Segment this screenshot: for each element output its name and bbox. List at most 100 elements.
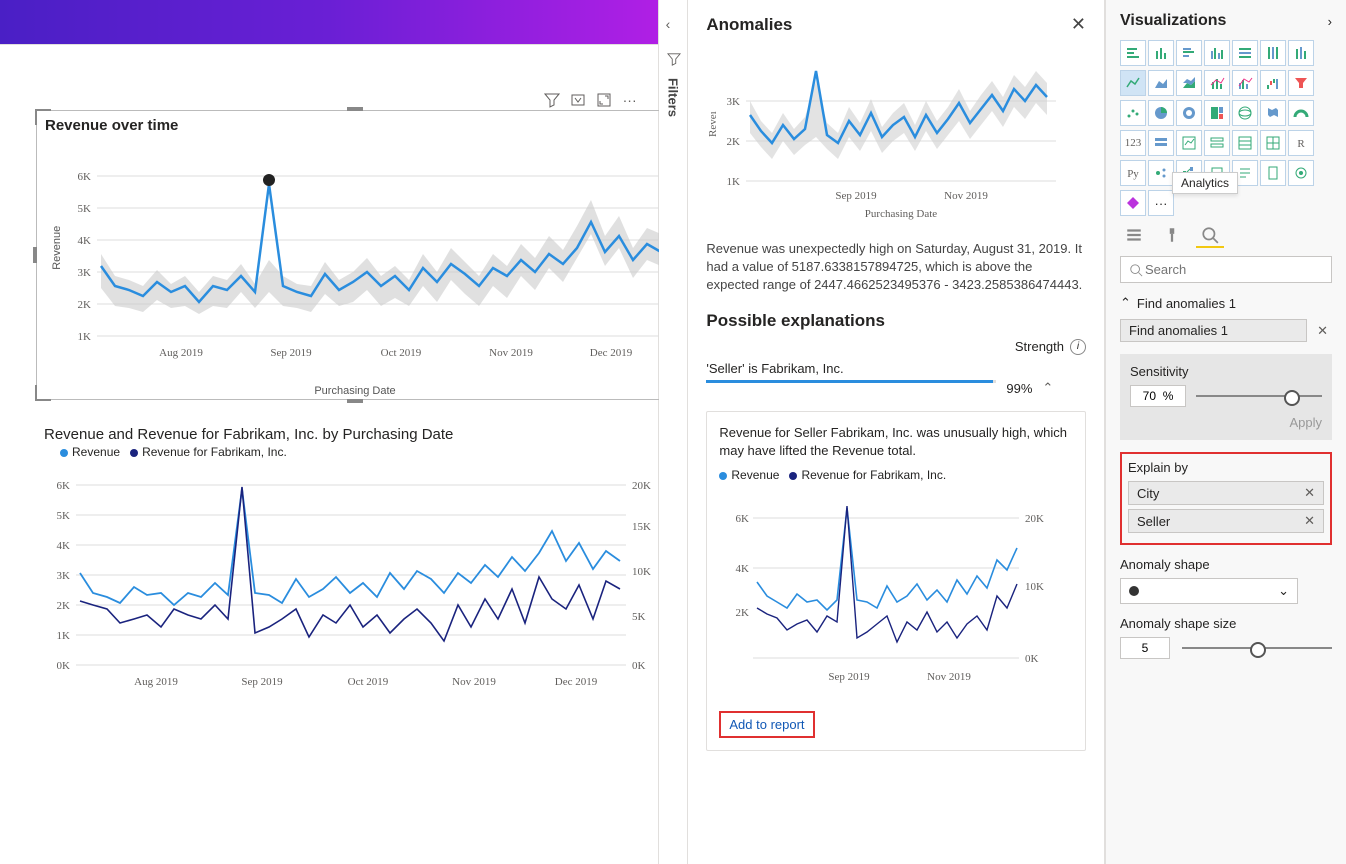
viz-100-stacked-column-icon[interactable] [1260, 40, 1286, 66]
viz-filled-map-icon[interactable] [1260, 100, 1286, 126]
visual-revenue-fabrikam[interactable]: Revenue and Revenue for Fabrikam, Inc. b… [36, 420, 672, 720]
viz-python-visual-icon[interactable]: Py [1120, 160, 1146, 186]
viz-arcgis-icon[interactable] [1288, 160, 1314, 186]
y-axis-label: Revenue [51, 226, 63, 270]
viz-waterfall-icon[interactable] [1260, 70, 1286, 96]
viz-funnel-icon[interactable] [1288, 70, 1314, 96]
viz-gauge-icon[interactable] [1288, 100, 1314, 126]
svg-text:5K: 5K [632, 611, 646, 623]
viz-100-stacked-bar-icon[interactable] [1232, 40, 1258, 66]
close-icon[interactable]: ✕ [1071, 14, 1086, 35]
viz-clustered-bar-icon[interactable] [1176, 40, 1202, 66]
viz-kpi-icon[interactable] [1176, 130, 1202, 156]
anomaly-shape-size-slider[interactable] [1182, 638, 1332, 658]
viz-stacked-column-icon[interactable] [1148, 40, 1174, 66]
viz-area-chart-icon[interactable] [1148, 70, 1174, 96]
viz-paginated-report-icon[interactable] [1260, 160, 1286, 186]
svg-text:Aug 2019: Aug 2019 [134, 676, 178, 688]
card-legend: Revenue Revenue for Fabrikam, Inc. [719, 468, 1073, 482]
search-input[interactable] [1120, 256, 1332, 283]
viz-slicer-icon[interactable] [1204, 130, 1230, 156]
strength-value: 99% [1006, 381, 1032, 396]
chevron-down-icon: ⌄ [1278, 583, 1289, 599]
viz-multi-row-card-icon[interactable] [1148, 130, 1174, 156]
viz-r-visual-icon[interactable]: R [1288, 130, 1314, 156]
chevron-up-icon: ⌃ [1120, 295, 1131, 311]
svg-text:Py: Py [1127, 168, 1139, 180]
report-canvas[interactable]: ··· Revenue over time Revenue 1K 2K 3K 4… [0, 0, 659, 864]
svg-text:0K: 0K [632, 660, 646, 672]
svg-text:5K: 5K [57, 510, 71, 522]
viz-stacked-bar-icon[interactable] [1120, 40, 1146, 66]
anomaly-shape-size-input[interactable] [1120, 637, 1170, 659]
remove-field-icon[interactable]: ✕ [1304, 513, 1315, 529]
viz-line-clustered-column-icon[interactable] [1232, 70, 1258, 96]
visual-header-toolbar: ··· [544, 92, 638, 108]
svg-text:3K: 3K [78, 267, 92, 279]
svg-text:1K: 1K [78, 331, 92, 343]
chevron-left-icon[interactable]: ‹ [666, 16, 671, 32]
viz-donut-icon[interactable] [1176, 100, 1202, 126]
apply-button[interactable]: Apply [1130, 415, 1322, 430]
filter-icon[interactable] [544, 92, 560, 108]
viz-key-influencers-icon[interactable] [1148, 160, 1174, 186]
filters-pane-collapsed[interactable]: ‹ Filters [659, 0, 689, 864]
viz-line-chart-icon[interactable] [1120, 70, 1146, 96]
find-anomalies-chip[interactable]: Find anomalies 1 [1120, 319, 1307, 342]
explanation-label: 'Seller' is Fabrikam, Inc. [706, 361, 843, 376]
search-icon [1129, 263, 1143, 277]
svg-text:Nov 2019: Nov 2019 [928, 671, 972, 683]
svg-text:1K: 1K [57, 630, 71, 642]
viz-get-more-icon[interactable]: ··· [1148, 190, 1174, 216]
svg-text:2K: 2K [57, 600, 71, 612]
viz-table-icon[interactable] [1232, 130, 1258, 156]
filter-icon[interactable] [667, 52, 681, 69]
explain-by-field-city[interactable]: City✕ [1128, 481, 1324, 505]
viz-line-stacked-column-icon[interactable] [1204, 70, 1230, 96]
add-to-report-button[interactable]: Add to report [719, 711, 814, 738]
anomaly-shape-size-label: Anomaly shape size [1120, 616, 1332, 631]
svg-text:Oct 2019: Oct 2019 [348, 676, 389, 688]
info-icon[interactable]: i [1070, 339, 1086, 355]
viz-card-icon[interactable]: 123 [1120, 130, 1146, 156]
format-tab-icon[interactable] [1158, 224, 1186, 248]
visualizations-pane: Analytics Visualizations › [1105, 0, 1346, 864]
focus-mode-icon[interactable] [570, 92, 586, 108]
anomalies-title: Anomalies [706, 15, 792, 35]
analytics-tab-icon[interactable] [1196, 224, 1224, 248]
find-anomalies-section-header[interactable]: ⌃ Find anomalies 1 [1120, 295, 1332, 311]
fields-tab-icon[interactable] [1120, 224, 1148, 248]
viz-stacked-area-icon[interactable] [1176, 70, 1202, 96]
chevron-up-icon[interactable]: ⌃ [1042, 380, 1053, 396]
svg-text:1K: 1K [727, 176, 741, 188]
svg-text:6K: 6K [736, 513, 750, 525]
svg-text:10K: 10K [1025, 581, 1044, 593]
viz-pie-icon[interactable] [1148, 100, 1174, 126]
explain-by-label: Explain by [1128, 460, 1324, 475]
sensitivity-slider[interactable] [1196, 386, 1322, 406]
more-options-icon[interactable]: ··· [622, 92, 638, 108]
chevron-right-icon[interactable]: › [1328, 14, 1332, 29]
x-axis-label: Purchasing Date [314, 385, 395, 397]
visual-revenue-over-time[interactable]: Revenue over time Revenue 1K 2K 3K 4K 5K… [36, 110, 674, 400]
analytics-tooltip: Analytics [1172, 172, 1238, 194]
viz-power-apps-icon[interactable] [1120, 190, 1146, 216]
viz-map-icon[interactable] [1232, 100, 1258, 126]
svg-text:0K: 0K [57, 660, 71, 672]
remove-anomalies-icon[interactable]: ✕ [1313, 319, 1332, 346]
viz-matrix-icon[interactable] [1260, 130, 1286, 156]
svg-text:Sep 2019: Sep 2019 [241, 676, 283, 688]
strength-label: Strength [1015, 339, 1064, 354]
viz-scatter-icon[interactable] [1120, 100, 1146, 126]
viz-treemap-icon[interactable] [1204, 100, 1230, 126]
anomaly-shape-dropdown[interactable]: ⌄ [1120, 578, 1298, 604]
svg-text:2K: 2K [78, 299, 92, 311]
viz-clustered-column-icon[interactable] [1204, 40, 1230, 66]
remove-field-icon[interactable]: ✕ [1304, 485, 1315, 501]
sensitivity-input[interactable] [1130, 385, 1186, 407]
svg-text:4K: 4K [78, 235, 92, 247]
expand-icon[interactable] [596, 92, 612, 108]
viz-ribbon-icon[interactable] [1288, 40, 1314, 66]
explain-by-field-seller[interactable]: Seller✕ [1128, 509, 1324, 533]
filters-label: Filters [666, 78, 681, 117]
